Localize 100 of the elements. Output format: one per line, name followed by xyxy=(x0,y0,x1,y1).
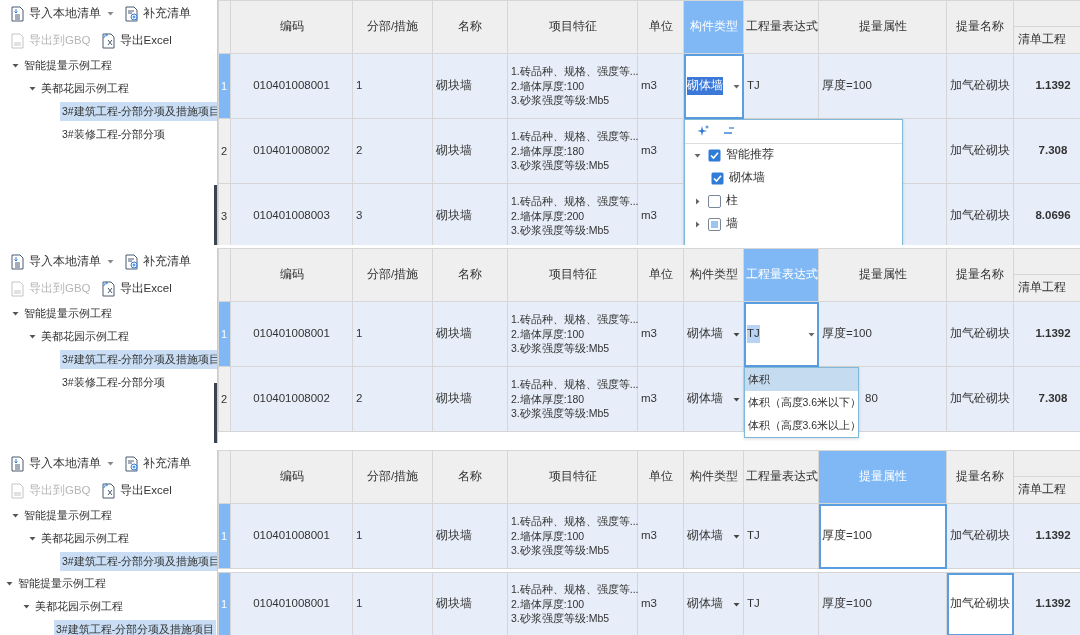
caret-icon[interactable] xyxy=(694,197,701,205)
checkbox[interactable] xyxy=(710,171,724,185)
column-header[interactable]: 清单工程 xyxy=(1013,274,1080,302)
table-cell: 砌块墙 xyxy=(436,597,472,610)
column-header[interactable]: 构件类型 xyxy=(683,248,744,302)
column-header[interactable]: 提量属性 xyxy=(818,248,947,302)
dropdown-caret-icon[interactable] xyxy=(733,395,740,403)
scrollbar[interactable] xyxy=(214,185,217,245)
tree-item[interactable]: 美都花园示例工程 xyxy=(39,326,131,347)
caret-icon[interactable] xyxy=(11,62,19,69)
table-cell: 厚度=100 xyxy=(822,79,872,92)
caret-icon[interactable] xyxy=(11,512,19,519)
dropdown-option[interactable]: 体积（高度3.6米以上） xyxy=(744,413,858,437)
table-cell: 砌块墙 xyxy=(436,529,472,542)
dropdown-option[interactable]: 体积（高度3.6米以下） xyxy=(744,390,858,414)
column-header[interactable]: 提量名称 xyxy=(946,450,1014,504)
column-header[interactable]: 项目特征 xyxy=(507,450,638,504)
caret-icon[interactable] xyxy=(694,151,701,159)
toolbar-button[interactable]: 补充清单 xyxy=(124,252,191,271)
column-header[interactable]: 编码 xyxy=(230,248,353,302)
toolbar-button[interactable]: 补充清单 xyxy=(124,4,191,23)
dropdown-caret-icon[interactable] xyxy=(808,330,815,338)
column-header[interactable]: 名称 xyxy=(432,248,508,302)
row-number[interactable]: 2 xyxy=(218,366,231,432)
cell-value: TJ xyxy=(747,325,760,343)
dropdown-caret-icon[interactable] xyxy=(733,600,740,608)
caret-icon[interactable] xyxy=(5,580,13,587)
column-header[interactable]: 单位 xyxy=(637,0,684,54)
toolbar-button[interactable]: 导入本地清单 xyxy=(10,252,101,271)
column-header[interactable]: 工程量表达式 xyxy=(743,0,819,54)
column-header[interactable]: 单位 xyxy=(637,450,684,504)
column-header[interactable]: 名称 xyxy=(432,0,508,54)
tree-item[interactable]: 美都花园示例工程 xyxy=(39,78,131,99)
cell-editor[interactable]: 厚度=100 xyxy=(818,503,947,569)
column-header[interactable]: 分部/措施 xyxy=(352,248,433,302)
tree-item[interactable]: 智能提量示例工程 xyxy=(16,573,108,594)
table-cell: 1.1392 xyxy=(1035,529,1071,542)
document-plus-icon xyxy=(124,5,139,22)
checkbox[interactable] xyxy=(707,217,721,231)
cell-editor[interactable]: 加气砼砌块 xyxy=(946,572,1014,635)
caret-icon[interactable] xyxy=(28,333,36,340)
column-header[interactable]: 项目特征 xyxy=(507,248,638,302)
column-header[interactable]: 提量属性 xyxy=(818,0,947,54)
tree-item[interactable]: 美都花园示例工程 xyxy=(33,596,125,617)
column-header[interactable]: 构件类型 xyxy=(683,450,744,504)
caret-icon[interactable] xyxy=(28,535,36,542)
tree-item[interactable]: 智能提量示例工程 xyxy=(22,505,114,526)
tree-item[interactable]: 3#装修工程-分部分项 xyxy=(60,372,168,393)
table-cell: 砌块墙 xyxy=(436,209,472,222)
caret-icon[interactable] xyxy=(107,460,114,467)
cell-value: 加气砼砌块 xyxy=(950,597,1010,610)
column-header[interactable]: 分部/措施 xyxy=(352,450,433,504)
expand-all-icon[interactable] xyxy=(696,125,709,137)
toolbar-button[interactable]: 导入本地清单 xyxy=(10,4,101,23)
tree-item[interactable]: 3#建筑工程-分部分项及措施项目 xyxy=(54,619,217,635)
caret-icon[interactable] xyxy=(107,10,114,17)
caret-icon[interactable] xyxy=(28,85,36,92)
table-cell: 010401008001 xyxy=(253,529,330,542)
column-header[interactable]: 编码 xyxy=(230,0,353,54)
caret-icon[interactable] xyxy=(107,258,114,265)
column-header[interactable]: 单位 xyxy=(637,248,684,302)
table-cell: 80 xyxy=(865,392,878,405)
column-header[interactable]: 编码 xyxy=(230,450,353,504)
column-header[interactable]: 名称 xyxy=(432,450,508,504)
tree-item[interactable]: 智能提量示例工程 xyxy=(22,55,114,76)
toolbar-button[interactable]: 导出Excel xyxy=(100,279,172,298)
tree-item[interactable]: 智能提量示例工程 xyxy=(22,303,114,324)
table-cell: 加气砼砌块 xyxy=(950,79,1010,92)
tree-item[interactable]: 3#装修工程-分部分项 xyxy=(60,124,168,145)
cell-editor[interactable]: TJ xyxy=(743,301,819,367)
caret-icon[interactable] xyxy=(11,310,19,317)
table-cell: 7.308 xyxy=(1038,144,1068,157)
dropdown-caret-icon[interactable] xyxy=(733,532,740,540)
column-header[interactable]: 提量名称 xyxy=(946,0,1014,54)
column-header[interactable]: 分部/措施 xyxy=(352,0,433,54)
dropdown-caret-icon[interactable] xyxy=(733,330,740,338)
dropdown-option[interactable]: 体积 xyxy=(744,367,858,391)
toolbar-button[interactable]: 补充清单 xyxy=(124,454,191,473)
table-cell: 加气砼砌块 xyxy=(950,392,1010,405)
row-number[interactable]: 2 xyxy=(218,118,231,184)
caret-icon[interactable] xyxy=(694,220,701,228)
caret-icon[interactable] xyxy=(22,603,30,610)
toolbar-button[interactable]: 导出Excel xyxy=(100,481,172,500)
checkbox[interactable] xyxy=(707,148,721,162)
cell-editor[interactable]: 砌体墙 xyxy=(683,53,744,119)
checkbox[interactable] xyxy=(707,194,721,208)
column-header[interactable]: 提量名称 xyxy=(946,248,1014,302)
column-header[interactable]: 工程量表达式 xyxy=(743,450,819,504)
collapse-all-icon[interactable] xyxy=(722,125,735,137)
option-label: 墙 xyxy=(725,216,738,232)
column-header[interactable]: 清单工程 xyxy=(1013,476,1080,504)
tree-item[interactable]: 美都花园示例工程 xyxy=(39,528,131,549)
column-header[interactable]: 项目特征 xyxy=(507,0,638,54)
row-number[interactable]: 3 xyxy=(218,183,231,245)
table-cell: 1.1392 xyxy=(1035,597,1071,610)
dropdown-caret-icon[interactable] xyxy=(733,82,740,90)
toolbar-button[interactable]: 导出Excel xyxy=(100,31,172,50)
column-header[interactable]: 清单工程 xyxy=(1013,26,1080,54)
scrollbar[interactable] xyxy=(214,383,217,443)
toolbar-button[interactable]: 导入本地清单 xyxy=(10,454,101,473)
